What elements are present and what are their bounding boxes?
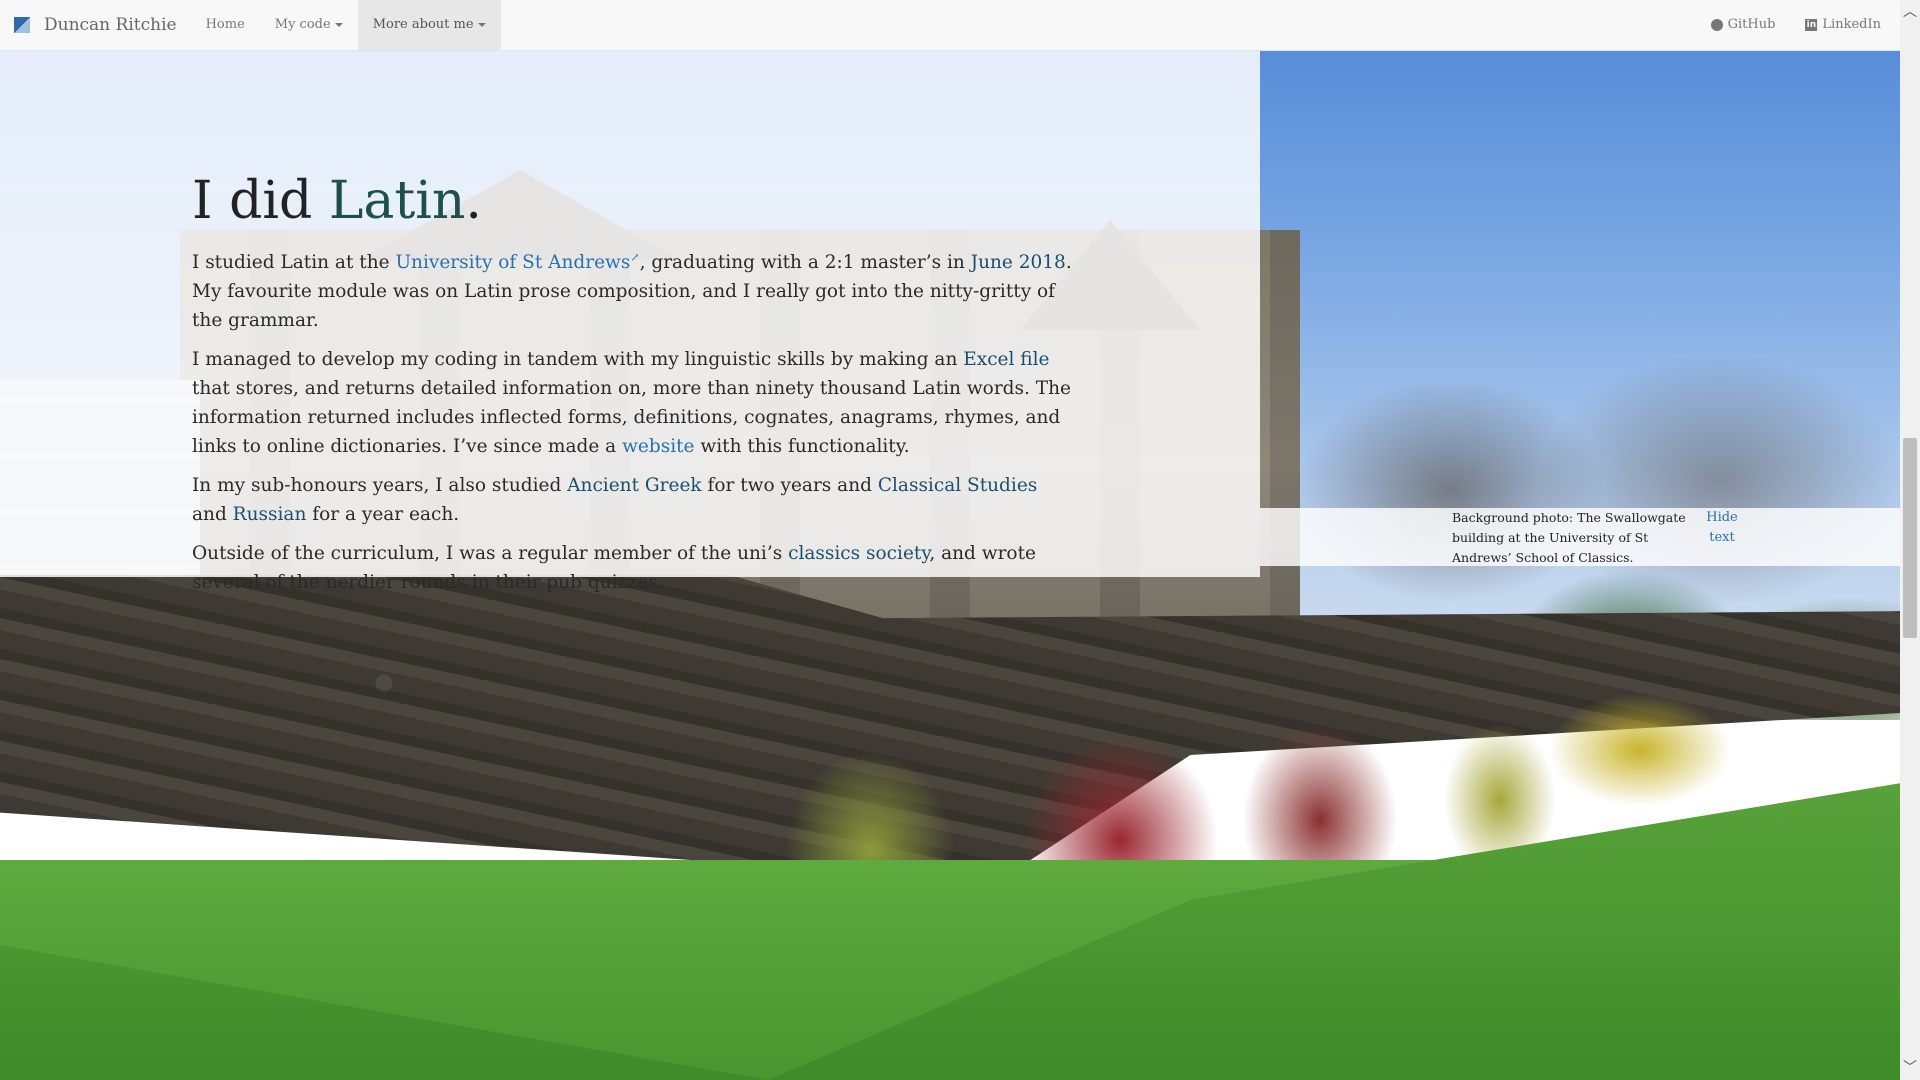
nav-linkedin[interactable]: in LinkedIn bbox=[1790, 0, 1896, 50]
link-classics-society[interactable]: classics society bbox=[788, 543, 929, 564]
linkedin-icon: in bbox=[1805, 19, 1818, 31]
paragraph-1: I studied Latin at the University of St … bbox=[192, 243, 1072, 335]
nav-my-code-label: My code bbox=[274, 17, 331, 32]
text: , graduating with a 2:1 master’s in bbox=[639, 252, 971, 274]
nav-more-about-me-dropdown[interactable]: More about me bbox=[357, 0, 501, 50]
photo-caption: Background photo: The Swallowgate buildi… bbox=[1452, 510, 1686, 565]
text: I studied Latin at the bbox=[192, 252, 396, 274]
link-website[interactable]: website bbox=[622, 436, 694, 457]
page-title: I did Latin. bbox=[192, 171, 1072, 231]
title-pre: I did bbox=[192, 171, 329, 231]
paragraph-4: Outside of the curriculum, I was a regul… bbox=[192, 539, 1072, 597]
brand-name: Duncan Ritchie bbox=[44, 15, 177, 35]
caret-down-icon bbox=[477, 22, 486, 27]
link-st-andrews[interactable]: University of St Andrews bbox=[395, 252, 630, 273]
site-logo-icon bbox=[14, 17, 30, 33]
navbar: Duncan Ritchie Home My code More about m… bbox=[0, 0, 1920, 51]
link-ancient-greek[interactable]: Ancient Greek bbox=[567, 475, 701, 496]
link-classical-studies[interactable]: Classical Studies bbox=[878, 475, 1037, 496]
main-content: I did Latin. I studied Latin at the Univ… bbox=[192, 127, 1072, 607]
brand[interactable]: Duncan Ritchie bbox=[0, 0, 191, 50]
caret-down-icon bbox=[334, 22, 343, 27]
nav-github[interactable]: GitHub bbox=[1696, 0, 1791, 50]
scroll-up-icon[interactable]: ︿ bbox=[1900, 2, 1920, 22]
link-excel-file[interactable]: Excel file bbox=[963, 349, 1049, 370]
text: Outside of the curriculum, I was a regul… bbox=[192, 543, 789, 565]
scrollbar[interactable]: ︿ ﹀ bbox=[1900, 0, 1920, 1080]
photo-caption-strip: Background photo: The Swallowgate buildi… bbox=[1260, 508, 1900, 566]
nav-linkedin-label: LinkedIn bbox=[1822, 17, 1881, 32]
link-russian[interactable]: Russian bbox=[233, 504, 307, 525]
nav-right: GitHub in LinkedIn bbox=[1696, 0, 1920, 50]
text: for a year each. bbox=[306, 504, 460, 526]
text: In my sub-honours years, I also studied bbox=[192, 475, 568, 497]
github-icon bbox=[1710, 19, 1723, 31]
nav-home[interactable]: Home bbox=[191, 0, 260, 50]
nav-my-code-dropdown[interactable]: My code bbox=[260, 0, 358, 50]
scrollbar-thumb[interactable] bbox=[1903, 438, 1917, 638]
title-post: . bbox=[465, 171, 482, 231]
nav-more-about-me-label: More about me bbox=[372, 17, 474, 32]
scroll-down-icon[interactable]: ﹀ bbox=[1900, 1058, 1920, 1078]
external-link-icon: ↗ bbox=[630, 251, 640, 264]
text: I managed to develop my coding in tandem… bbox=[192, 349, 964, 371]
text: for two years and bbox=[701, 475, 878, 497]
title-highlight: Latin bbox=[328, 171, 466, 231]
nav-github-label: GitHub bbox=[1727, 17, 1776, 32]
nav-home-label: Home bbox=[205, 17, 245, 32]
text: and bbox=[192, 504, 233, 526]
paragraph-2: I managed to develop my coding in tandem… bbox=[192, 345, 1072, 461]
paragraph-3: In my sub-honours years, I also studied … bbox=[192, 471, 1072, 529]
link-june-2018[interactable]: June 2018 bbox=[971, 252, 1066, 273]
content-panel: I did Latin. I studied Latin at the Univ… bbox=[0, 51, 1260, 593]
text: with this functionality. bbox=[694, 436, 910, 458]
hide-text-button[interactable]: Hide text bbox=[1692, 508, 1752, 548]
